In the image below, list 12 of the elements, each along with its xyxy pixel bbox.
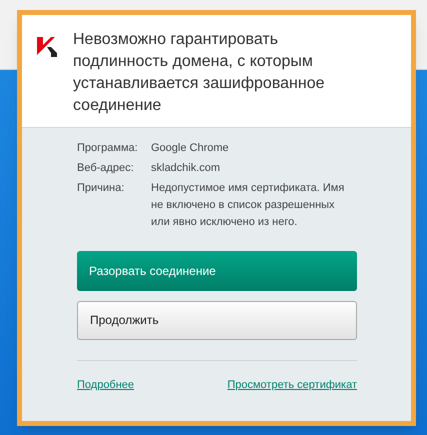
detail-value: Недопустимое имя сертификата. Имя не включено в список разрешенных или явно исключено из него. <box>151 181 346 230</box>
details-link[interactable]: Подробнее <box>77 377 134 394</box>
logo-icon <box>37 35 59 57</box>
detail-label: Веб-адрес: <box>77 161 135 176</box>
continue-button[interactable]: Продолжить <box>77 301 357 340</box>
detail-label: Программа: <box>77 141 139 156</box>
detail-value: Google Chrome <box>151 141 230 156</box>
disconnect-button[interactable]: Разорвать соединение <box>77 251 357 291</box>
detail-label: Причина: <box>77 181 126 196</box>
dialog-title: Невозможно гарантировать подлинность домена, с которым устанавливается зашифрованное соединение <box>73 30 326 116</box>
view-certificate-link[interactable]: Просмотреть сертификат <box>227 377 357 394</box>
detail-value: skladchik.com <box>151 161 222 176</box>
